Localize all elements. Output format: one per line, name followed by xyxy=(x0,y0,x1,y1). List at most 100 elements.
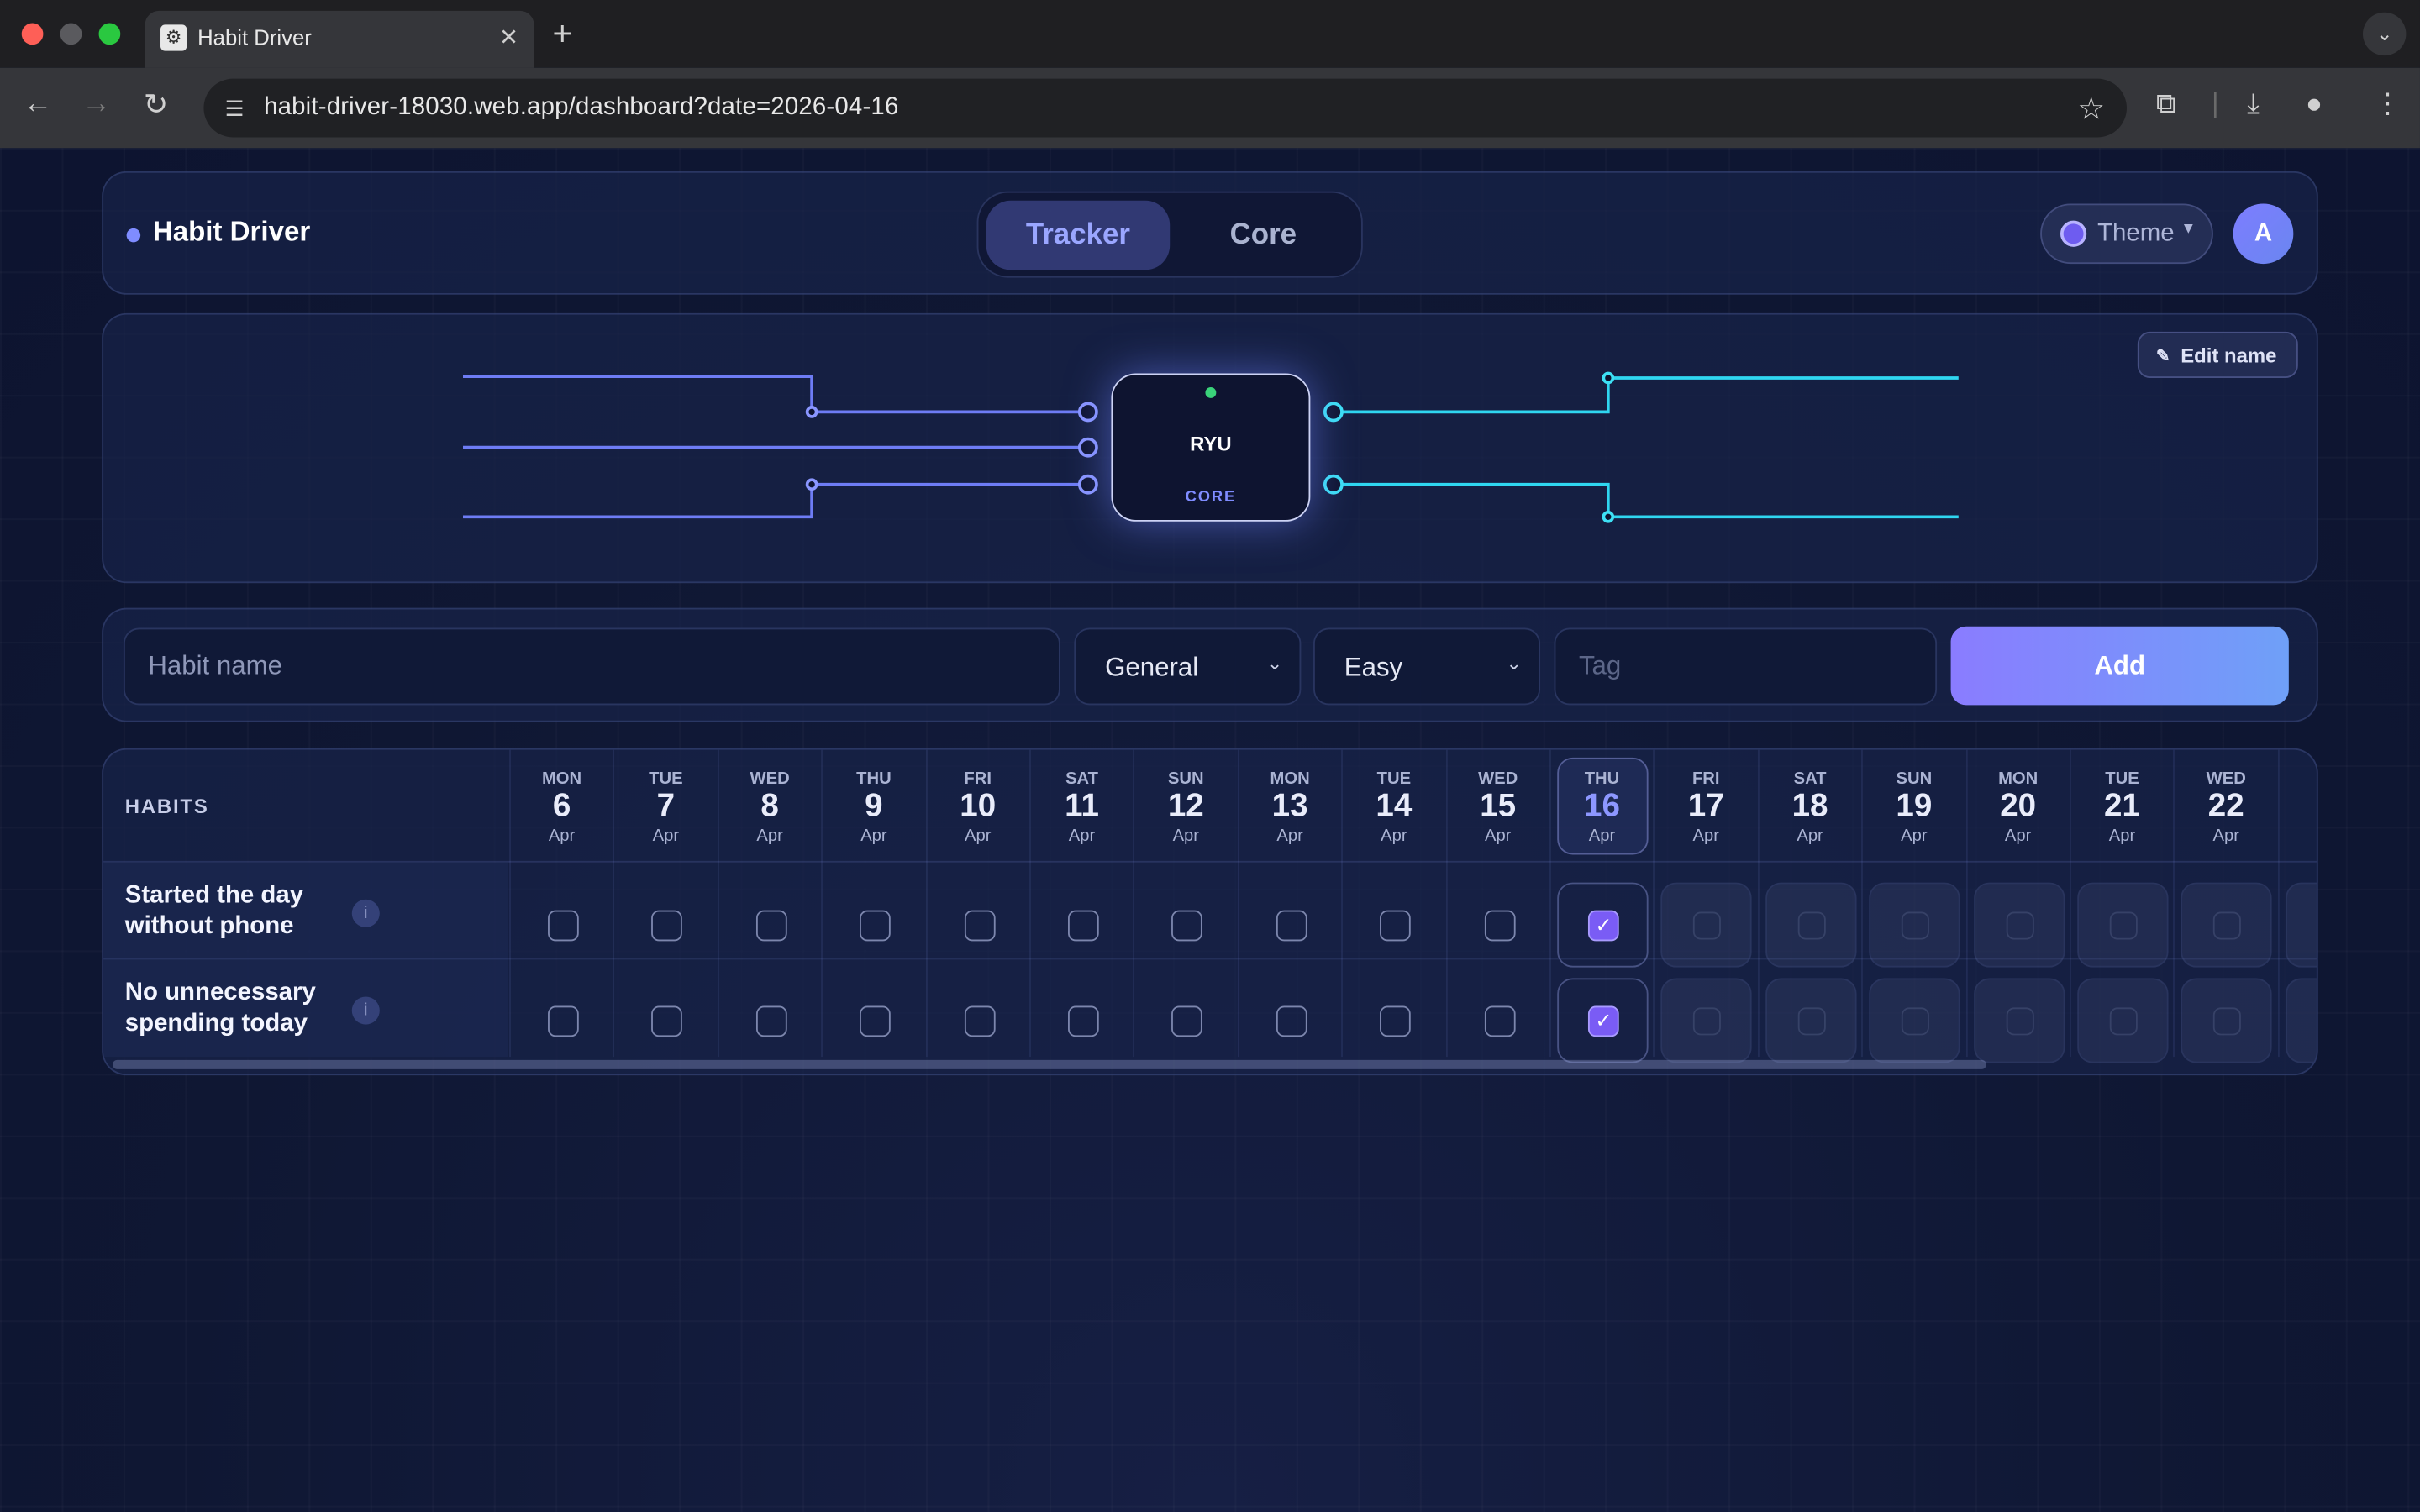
extensions-puzzle-icon[interactable]: ⧉ xyxy=(2156,88,2176,121)
day-number: 21 xyxy=(2103,788,2140,824)
tab-core[interactable]: Core xyxy=(1171,201,1355,270)
day-column: TUE 14 Apr xyxy=(1341,749,1444,1058)
tab-close-icon[interactable]: ✕ xyxy=(499,24,518,50)
habit-checkbox[interactable] xyxy=(1067,910,1099,942)
habit-checkbox[interactable] xyxy=(1484,910,1515,942)
info-icon[interactable]: i xyxy=(351,899,380,927)
minimize-window-button[interactable] xyxy=(60,23,82,45)
day-of-week: WED xyxy=(750,769,790,789)
future-day-cell xyxy=(1973,978,2065,1063)
future-day-cell xyxy=(1869,882,1960,968)
download-icon[interactable]: ⤓ xyxy=(2247,88,2260,121)
day-of-week: TUE xyxy=(1376,769,1412,789)
day-month: Apr xyxy=(964,827,992,846)
forward-arrow-icon[interactable]: → xyxy=(82,88,111,122)
habit-checkbox[interactable] xyxy=(964,1005,995,1037)
tab-tracker[interactable]: Tracker xyxy=(986,200,1171,270)
favicon-gear-icon: ⚙ xyxy=(160,24,187,51)
core-chip[interactable]: RYU CORE xyxy=(1111,373,1311,522)
habit-name-input[interactable] xyxy=(123,627,1060,706)
habit-checkbox[interactable] xyxy=(1067,1005,1099,1037)
day-of-week: WED xyxy=(1478,769,1518,789)
future-day-cell xyxy=(1973,882,2065,968)
habit-checkbox[interactable] xyxy=(1380,910,1412,942)
day-column: WED 15 Apr xyxy=(1445,749,1549,1058)
habit-checkbox[interactable] xyxy=(651,910,683,942)
habit-checkbox[interactable] xyxy=(1484,1005,1515,1037)
browser-menu-kebab-icon[interactable]: ⋮ xyxy=(2374,88,2402,121)
habit-checkbox[interactable] xyxy=(964,910,995,942)
habits-column-header: HABITS xyxy=(124,794,209,818)
day-number: 17 xyxy=(1687,788,1724,824)
user-avatar[interactable]: A xyxy=(2233,203,2294,265)
day-number: 15 xyxy=(1480,788,1517,824)
habit-checkbox[interactable] xyxy=(1171,1005,1203,1037)
habit-checkbox[interactable] xyxy=(1171,910,1203,942)
disabled-checkbox xyxy=(2109,1007,2138,1036)
site-settings-icon[interactable]: ☰ xyxy=(219,92,250,123)
tag-input[interactable] xyxy=(1554,627,1938,706)
day-of-week: T xyxy=(2279,770,2316,789)
info-icon[interactable]: i xyxy=(351,996,380,1025)
day-number: 18 xyxy=(1791,788,1828,824)
habit-checkbox[interactable] xyxy=(651,1005,683,1037)
day-month: Apr xyxy=(1172,827,1200,846)
theme-button[interactable]: Theme ▼ xyxy=(2040,203,2213,265)
habit-checkbox[interactable] xyxy=(860,1005,892,1037)
habit-checkbox[interactable] xyxy=(1380,1005,1412,1037)
day-of-week: MON xyxy=(1998,769,2039,789)
habit-checkbox[interactable] xyxy=(860,910,892,942)
day-column: SUN 12 Apr xyxy=(1133,749,1237,1058)
category-select[interactable]: General ⌄ xyxy=(1074,627,1302,706)
category-value: General xyxy=(1105,652,1199,682)
habit-checkbox[interactable] xyxy=(755,1005,787,1037)
disabled-checkbox xyxy=(2213,911,2242,940)
toolbar-divider: | xyxy=(2211,87,2219,119)
profile-icon[interactable]: ● xyxy=(2306,88,2323,121)
url-text[interactable]: habit-driver-18030.web.app/dashboard?dat… xyxy=(264,94,898,122)
new-tab-button[interactable]: + xyxy=(553,14,573,55)
disabled-checkbox xyxy=(1693,1007,1722,1036)
day-number: 12 xyxy=(1167,788,1204,824)
day-of-week: FRI xyxy=(1691,769,1720,789)
difficulty-value: Easy xyxy=(1344,652,1403,682)
tab-title: Habit Driver xyxy=(197,24,312,50)
right-junction-top xyxy=(1602,371,1615,385)
bookmark-star-icon[interactable]: ☆ xyxy=(2077,90,2105,129)
brand-dot-icon xyxy=(126,228,141,243)
brand-title[interactable]: Habit Driver xyxy=(153,216,310,249)
left-node-top xyxy=(1077,402,1098,423)
back-arrow-icon[interactable]: ← xyxy=(24,88,53,122)
theme-swatch-icon xyxy=(2060,220,2087,247)
horizontal-scrollbar[interactable] xyxy=(113,1059,1986,1069)
day-of-week: THU xyxy=(856,769,892,789)
difficulty-select[interactable]: Easy ⌄ xyxy=(1313,627,1541,706)
habit-checkbox[interactable] xyxy=(755,910,787,942)
habit-checkbox[interactable] xyxy=(548,910,579,942)
browser-toolbar: ← → ↻ ☰ habit-driver-18030.web.app/dashb… xyxy=(0,67,2420,149)
close-window-button[interactable] xyxy=(21,23,44,45)
day-month: Apr xyxy=(756,827,783,846)
day-of-week: THU xyxy=(1584,769,1620,789)
reload-icon[interactable]: ↻ xyxy=(144,88,168,123)
day-month: Apr xyxy=(1381,827,1407,846)
address-bar[interactable]: ☰ habit-driver-18030.web.app/dashboard?d… xyxy=(203,78,2127,138)
day-number: 13 xyxy=(1271,788,1308,824)
edit-name-button[interactable]: ✎ Edit name xyxy=(2137,331,2298,378)
habit-checkbox[interactable] xyxy=(1276,910,1307,942)
tab-search-button[interactable]: ⌄ xyxy=(2362,12,2407,56)
disabled-checkbox xyxy=(2213,1007,2242,1036)
habit-checkbox[interactable] xyxy=(548,1005,579,1037)
day-column: WED 8 Apr xyxy=(717,749,821,1058)
day-month: Apr xyxy=(548,827,576,846)
maximize-window-button[interactable] xyxy=(98,23,121,45)
habit-checkbox-checked[interactable]: ✓ xyxy=(1587,1005,1619,1037)
day-number: 11 xyxy=(1065,788,1099,824)
add-habit-button[interactable]: Add xyxy=(1950,626,2289,706)
edit-name-label: Edit name xyxy=(2181,344,2277,368)
habit-checkbox-checked[interactable]: ✓ xyxy=(1587,910,1619,942)
future-day-cell xyxy=(1661,882,1753,968)
habit-name: No unnecessary spending today xyxy=(124,979,316,1037)
browser-tab[interactable]: ⚙ Habit Driver ✕ xyxy=(145,10,534,68)
habit-checkbox[interactable] xyxy=(1276,1005,1307,1037)
